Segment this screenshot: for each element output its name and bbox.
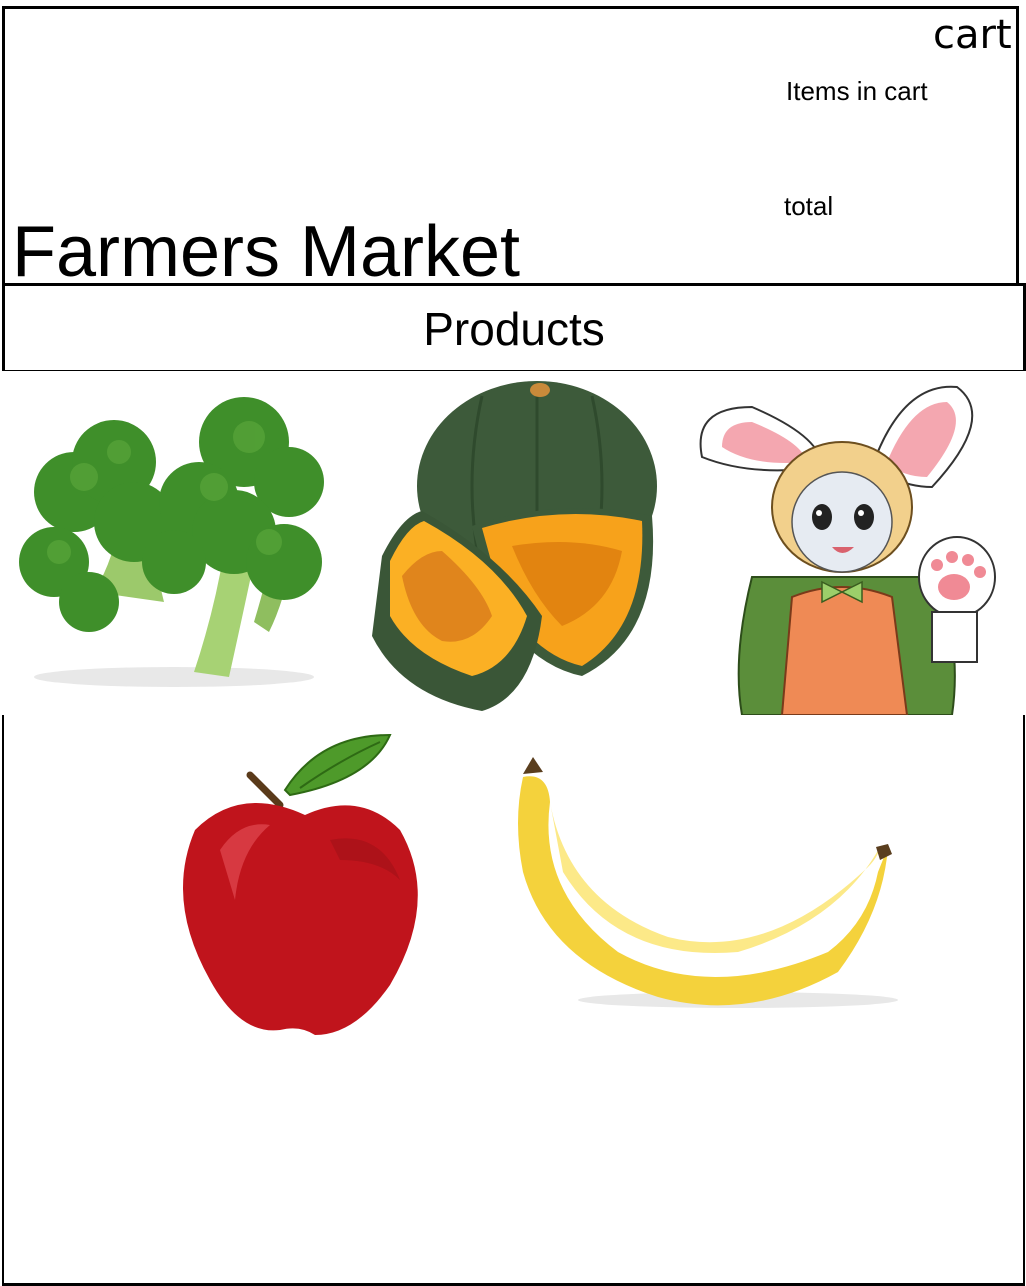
product-broccoli[interactable] (14, 392, 334, 692)
header: cart Items in cart total Farmers Market (2, 6, 1019, 292)
products-header: Products (2, 283, 1026, 371)
banana-image (518, 757, 898, 1008)
product-bunny-girl[interactable] (692, 377, 1002, 715)
items-in-cart-label: Items in cart (786, 76, 928, 106)
broccoli-image (19, 397, 324, 687)
bunny-girl-image (699, 385, 996, 715)
total-label: total (784, 191, 834, 221)
product-apple[interactable] (180, 730, 430, 1040)
apple-image (183, 733, 418, 1035)
site-title: Farmers Market (12, 212, 521, 292)
product-banana[interactable] (508, 752, 898, 1012)
products-title: Products (423, 303, 605, 355)
product-pumpkin[interactable] (362, 376, 662, 714)
pumpkin-image (372, 381, 657, 711)
cart-title[interactable]: cart (933, 13, 1012, 57)
